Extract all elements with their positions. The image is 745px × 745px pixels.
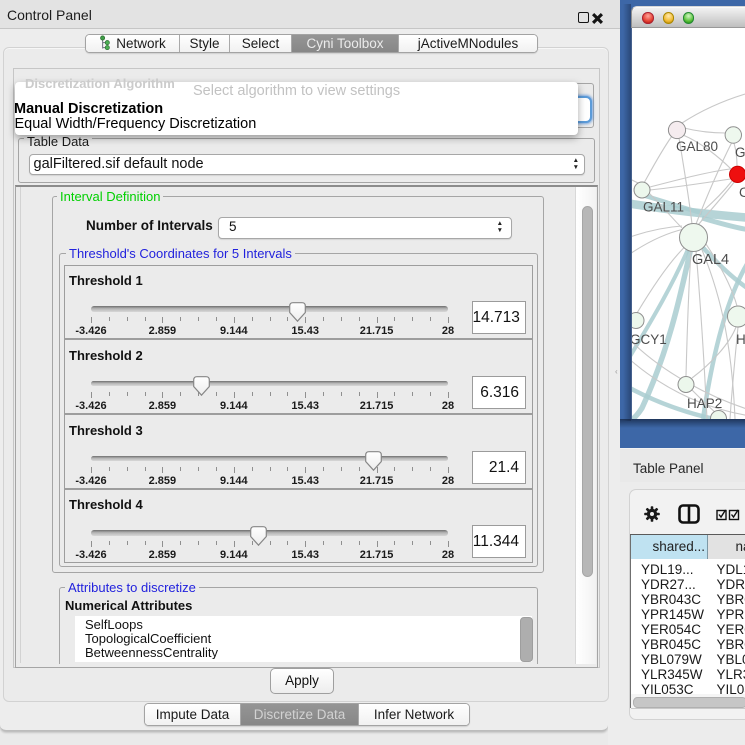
svg-text:GAL11: GAL11 bbox=[643, 200, 684, 215]
svg-text:GCY1: GCY1 bbox=[632, 332, 667, 347]
svg-text:GA: GA bbox=[735, 145, 745, 160]
svg-text:GAL80: GAL80 bbox=[676, 139, 718, 154]
svg-text:HI: HI bbox=[736, 332, 745, 347]
svg-text:HAP2: HAP2 bbox=[687, 396, 722, 411]
svg-text:CY: CY bbox=[739, 185, 745, 200]
svg-text:GAL4: GAL4 bbox=[692, 252, 729, 268]
